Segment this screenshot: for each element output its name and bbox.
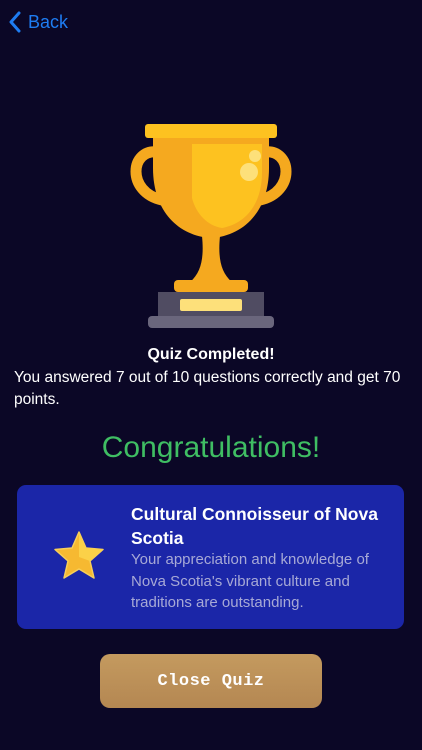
close-quiz-button[interactable]: Close Quiz <box>100 654 322 708</box>
badge-title: Cultural Connoisseur of Nova Scotia <box>131 504 378 548</box>
badge-description: Your appreciation and knowledge of Nova … <box>131 551 369 611</box>
score-summary-text: You answered 7 out of 10 questions corre… <box>14 369 401 408</box>
congratulations-heading: Congratulations! <box>101 431 321 464</box>
trophy-icon <box>128 120 294 332</box>
back-label: Back <box>28 12 69 32</box>
chevron-left-icon <box>8 11 22 33</box>
close-quiz-label: Close Quiz <box>157 671 265 691</box>
back-button[interactable]: Back <box>8 8 68 36</box>
quiz-completed-title: Quiz Completed! <box>147 346 275 363</box>
badge-card: Cultural Connoisseur of Nova Scotia Your… <box>17 485 404 629</box>
star-icon <box>51 529 107 585</box>
